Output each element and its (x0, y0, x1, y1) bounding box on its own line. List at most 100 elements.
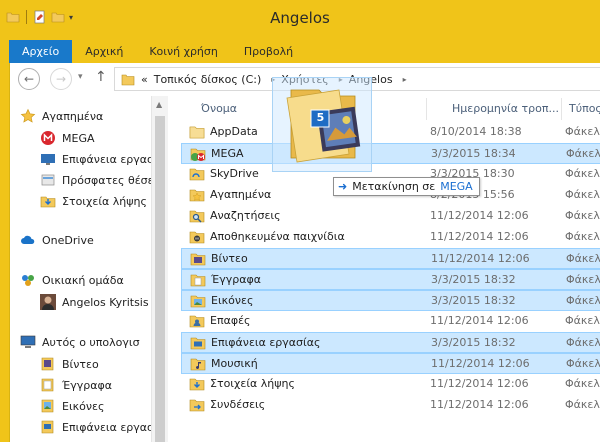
file-name: Αναζητήσεις (210, 209, 281, 222)
music-folder-icon (190, 358, 206, 371)
file-date: 11/12/2014 12:06 (430, 314, 529, 327)
nav-item-label: Επιφάνεια εργασ (62, 420, 155, 434)
nav-homegroup[interactable]: Οικιακή ομάδα (20, 270, 124, 290)
links-folder-icon (189, 399, 205, 412)
nav-item-label: Angelos Kyritsis (62, 295, 149, 309)
breadcrumb-chevron-icon[interactable]: ▸ (403, 75, 407, 84)
avatar (40, 294, 56, 310)
nav-item-mega[interactable]: MEGA (40, 128, 95, 148)
column-header-type[interactable]: Τύπος (569, 96, 600, 122)
file-type: Φάκελ (566, 357, 600, 370)
tab-share[interactable]: Κοινή χρήση (136, 40, 231, 63)
nav-item-label: Πρόσφατες θέσε (62, 173, 154, 187)
nav-scroll-thumb[interactable] (155, 116, 165, 442)
breadcrumb-local-disk[interactable]: Τοπικός δίσκος (C:) (154, 73, 262, 86)
file-type: Φάκελ (565, 230, 600, 243)
nav-favorites[interactable]: Αγαπημένα (20, 106, 103, 126)
column-header-name[interactable]: Όνομα (201, 96, 237, 122)
nav-item-label: Βίντεο (62, 357, 99, 371)
recent-locations-icon[interactable]: ▾ (78, 72, 83, 82)
drag-folder-stack-icon (286, 89, 361, 163)
file-date: 3/3/2015 18:32 (431, 294, 516, 307)
nav-item-videos[interactable]: Βίντεο (40, 354, 99, 374)
nav-scrollbar[interactable]: ▲ (151, 96, 168, 442)
file-date: 11/12/2014 12:06 (430, 209, 529, 222)
downloads-icon (40, 196, 56, 208)
file-row[interactable]: Μουσική 11/12/2014 12:06 Φάκελ (181, 353, 600, 374)
file-type: Φάκελ (565, 125, 600, 138)
file-type: Φάκελ (565, 188, 600, 201)
nav-homegroup-user[interactable]: Angelos Kyritsis (40, 292, 149, 312)
file-date: 11/12/2014 12:06 (430, 377, 529, 390)
nav-item-recent-places[interactable]: Πρόσφατες θέσε (40, 170, 154, 190)
file-name: AppData (210, 125, 258, 138)
up-arrow-icon[interactable]: ↑ (95, 69, 107, 85)
nav-item-downloads[interactable]: Στοιχεία λήψης (40, 191, 147, 211)
file-row[interactable]: MEGA 3/3/2015 18:34 Φάκελ (181, 143, 600, 164)
column-divider[interactable] (426, 98, 427, 120)
file-date: 11/12/2014 12:06 (430, 398, 529, 411)
folder-hidden-icon (189, 126, 205, 139)
nav-this-pc[interactable]: Αυτός ο υπολογισ (20, 332, 140, 352)
file-type: Φάκελ (566, 147, 600, 160)
video-folder-icon (41, 357, 54, 371)
ribbon-tabs: Αρχείο Αρχική Κοινή χρήση Προβολή (0, 38, 600, 63)
tab-home[interactable]: Αρχική (72, 40, 136, 63)
file-row[interactable]: Αναζητήσεις 11/12/2014 12:06 Φάκελ (181, 206, 600, 227)
file-name: Επαφές (210, 314, 251, 327)
back-button[interactable]: ← (18, 68, 40, 90)
file-name: Μουσική (211, 357, 258, 370)
file-name: Αποθηκευμένα παιχνίδια (210, 230, 345, 243)
file-date: 11/12/2014 12:06 (430, 230, 529, 243)
nav-item-label: Επιφάνεια εργασ (62, 152, 155, 166)
file-name: Εικόνες (211, 294, 254, 307)
file-type: Φάκελ (566, 273, 600, 286)
file-type: Φάκελ (566, 294, 600, 307)
file-row[interactable]: Στοιχεία λήψης 11/12/2014 12:06 Φάκελ (181, 374, 600, 395)
nav-item-documents[interactable]: Έγγραφα (40, 375, 112, 395)
file-row[interactable]: AppData 8/10/2014 18:38 Φάκελ (181, 122, 600, 143)
tab-file[interactable]: Αρχείο (9, 40, 73, 63)
nav-favorites-label: Αγαπημένα (42, 109, 104, 123)
explorer-window: ▾ Angelos Αρχείο Αρχική Κοινή χρήση Προβ… (0, 0, 600, 442)
file-row[interactable]: Επιφάνεια εργασίας 3/3/2015 18:32 Φάκελ (181, 332, 600, 353)
scroll-up-icon[interactable]: ▲ (156, 100, 162, 109)
file-type: Φάκελ (565, 167, 600, 180)
file-type: Φάκελ (565, 209, 600, 222)
file-row[interactable]: Αποθηκευμένα παιχνίδια 11/12/2014 12:06 Φά… (181, 227, 600, 248)
nav-homegroup-label: Οικιακή ομάδα (42, 273, 124, 287)
file-row[interactable]: Επαφές 11/12/2014 12:06 Φάκελ (181, 311, 600, 332)
file-name: Έγγραφα (211, 273, 261, 286)
breadcrumb-overflow[interactable]: « (141, 73, 148, 86)
nav-item-pictures[interactable]: Εικόνες (40, 396, 104, 416)
file-list: Όνομα Ημερομηνία τροπ... Τύπος AppData 8/… (171, 96, 600, 442)
back-arrow-icon: ← (23, 72, 35, 86)
drag-action-label: Μετακίνηση σε (352, 180, 436, 193)
nav-item-desktop[interactable]: Επιφάνεια εργασ (40, 149, 154, 169)
tab-view[interactable]: Προβολή (231, 40, 306, 63)
file-name: Στοιχεία λήψης (210, 377, 295, 390)
folder-icon (121, 74, 135, 85)
file-date: 3/3/2015 18:34 (431, 147, 516, 160)
column-header-date[interactable]: Ημερομηνία τροπ... (452, 96, 559, 122)
homegroup-icon (22, 275, 34, 286)
move-arrow-icon: ➜ (338, 180, 348, 193)
file-name: SkyDrive (210, 167, 259, 180)
file-row[interactable]: Έγγραφα 3/3/2015 18:32 Φάκελ (181, 269, 600, 290)
desktop-icon (41, 154, 55, 165)
file-row[interactable]: Εικόνες 3/3/2015 18:32 Φάκελ (181, 290, 600, 311)
nav-onedrive-label: OneDrive (42, 233, 94, 247)
file-name: Επιφάνεια εργασίας (211, 336, 321, 349)
column-divider[interactable] (561, 98, 562, 120)
video-folder-icon (190, 253, 206, 266)
forward-button[interactable]: → (50, 68, 72, 90)
file-row[interactable]: Συνδέσεις 11/12/2014 12:06 Φάκελ (181, 395, 600, 416)
documents-folder-icon (190, 274, 206, 287)
star-folder-icon (189, 189, 205, 202)
file-date: 11/12/2014 12:06 (431, 357, 530, 370)
mega-folder-icon (190, 148, 206, 161)
navigation-pane: Αγαπημένα MEGA Επιφάνεια εργασ Πρόσφατες… (10, 96, 160, 442)
file-row[interactable]: Βίντεο 11/12/2014 12:06 Φάκελ (181, 248, 600, 269)
nav-onedrive[interactable]: OneDrive (20, 230, 94, 250)
nav-item-desktop-pc[interactable]: Επιφάνεια εργασ (40, 417, 154, 437)
